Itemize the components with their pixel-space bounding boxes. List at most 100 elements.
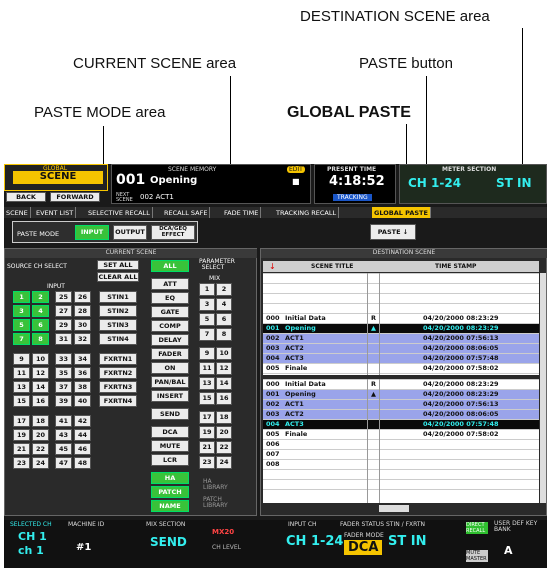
channel-button[interactable]: 13: [13, 381, 30, 393]
channel-button[interactable]: 8: [32, 333, 49, 345]
channel-button[interactable]: 18: [32, 415, 49, 427]
channel-button[interactable]: 47: [55, 457, 72, 469]
param-button-eq[interactable]: EQ: [151, 292, 189, 304]
mix-button[interactable]: 24: [216, 456, 232, 469]
clear-all-button[interactable]: CLEAR ALL: [97, 272, 139, 282]
channel-button[interactable]: 26: [74, 291, 91, 303]
mix-button[interactable]: 6: [216, 313, 232, 326]
scene-row[interactable]: 005 Finale 04/20/2000 07:58:02: [263, 363, 539, 373]
channel-button[interactable]: 5: [13, 319, 30, 331]
channel-button[interactable]: 14: [32, 381, 49, 393]
param-button-send[interactable]: SEND: [151, 408, 189, 420]
scene-row[interactable]: 008: [263, 459, 539, 469]
channel-button[interactable]: 35: [55, 367, 72, 379]
stin-button[interactable]: STIN1: [99, 291, 137, 303]
channel-button[interactable]: 38: [74, 381, 91, 393]
channel-button[interactable]: 15: [13, 395, 30, 407]
stin-button[interactable]: STIN4: [99, 333, 137, 345]
mix-button[interactable]: 8: [216, 328, 232, 341]
channel-button[interactable]: 36: [74, 367, 91, 379]
channel-button[interactable]: 17: [13, 415, 30, 427]
channel-button[interactable]: 39: [55, 395, 72, 407]
channel-button[interactable]: 7: [13, 333, 30, 345]
scrollbar[interactable]: [540, 273, 546, 503]
st-in-status[interactable]: ST IN: [388, 534, 426, 549]
channel-button[interactable]: 4: [32, 305, 49, 317]
tab-global-paste[interactable]: GLOBAL PASTE: [372, 207, 431, 218]
channel-button[interactable]: 30: [74, 319, 91, 331]
paste-mode-dca-button[interactable]: DCA/GEQ EFFECT: [151, 225, 195, 240]
channel-button[interactable]: 25: [55, 291, 72, 303]
scene-row[interactable]: 001 Opening ▲ 04/20/2000 08:23:29: [263, 389, 539, 399]
scene-row[interactable]: 002 ACT1 04/20/2000 07:56:13: [263, 333, 539, 343]
param-button-on[interactable]: ON: [151, 362, 189, 374]
stin-button[interactable]: STIN3: [99, 319, 137, 331]
scene-row[interactable]: 005 Finale 04/20/2000 07:58:02: [263, 429, 539, 439]
param-button-ha[interactable]: HA: [151, 472, 189, 484]
param-button-delay[interactable]: DELAY: [151, 334, 189, 346]
mix-button[interactable]: 19: [199, 426, 215, 439]
param-button-patch[interactable]: PATCH: [151, 486, 189, 498]
channel-button[interactable]: 42: [74, 415, 91, 427]
param-button-dca[interactable]: DCA: [151, 426, 189, 438]
tab-selective-recall[interactable]: SELECTIVE RECALL: [86, 207, 153, 218]
channel-button[interactable]: 34: [74, 353, 91, 365]
mix-button[interactable]: 9: [199, 347, 215, 360]
channel-button[interactable]: 1: [13, 291, 30, 303]
channel-button[interactable]: 24: [32, 457, 49, 469]
scene-row[interactable]: 004 ACT3 04/20/2000 07:57:48: [263, 353, 539, 363]
stin-button[interactable]: FXRTN1: [99, 353, 137, 365]
mix-button[interactable]: 4: [216, 298, 232, 311]
mix-button[interactable]: 7: [199, 328, 215, 341]
channel-button[interactable]: 23: [13, 457, 30, 469]
meter-ch-range[interactable]: CH 1-24: [408, 176, 461, 190]
channel-button[interactable]: 19: [13, 429, 30, 441]
scene-row[interactable]: 002 ACT1 04/20/2000 07:56:13: [263, 399, 539, 409]
tab-recall-safe[interactable]: RECALL SAFE: [162, 207, 211, 218]
scene-row[interactable]: 003 ACT2 04/20/2000 08:06:05: [263, 343, 539, 353]
mix-button[interactable]: 3: [199, 298, 215, 311]
input-ch-range[interactable]: CH 1-24: [286, 534, 343, 549]
param-button-name[interactable]: NAME: [151, 500, 189, 512]
meter-st-in[interactable]: ST IN: [496, 176, 532, 190]
paste-button[interactable]: PASTE ↓: [370, 224, 416, 240]
channel-button[interactable]: 37: [55, 381, 72, 393]
mix-button[interactable]: 21: [199, 441, 215, 454]
channel-button[interactable]: 2: [32, 291, 49, 303]
paste-mode-input-button[interactable]: INPUT: [75, 225, 109, 240]
mix-button[interactable]: 17: [199, 411, 215, 424]
direct-recall-label[interactable]: DIRECT RECALL: [466, 522, 488, 534]
tab-tracking-recall[interactable]: TRACKING RECALL: [274, 207, 340, 218]
tab-fade-time[interactable]: FADE TIME: [222, 207, 262, 218]
mix-button[interactable]: 14: [216, 377, 232, 390]
channel-button[interactable]: 40: [74, 395, 91, 407]
mix-button[interactable]: 1: [199, 283, 215, 296]
channel-button[interactable]: 3: [13, 305, 30, 317]
scene-row[interactable]: 003 ACT2 04/20/2000 08:06:05: [263, 409, 539, 419]
mix-button[interactable]: 22: [216, 441, 232, 454]
channel-button[interactable]: 41: [55, 415, 72, 427]
set-all-button[interactable]: SET ALL: [97, 260, 139, 270]
fader-mode-dca[interactable]: DCA: [344, 540, 383, 555]
channel-button[interactable]: 6: [32, 319, 49, 331]
mix-button[interactable]: 13: [199, 377, 215, 390]
channel-button[interactable]: 21: [13, 443, 30, 455]
tab-scene[interactable]: SCENE: [4, 207, 31, 218]
tab-event-list[interactable]: EVENT LIST: [34, 207, 77, 218]
stin-button[interactable]: FXRTN2: [99, 367, 137, 379]
channel-button[interactable]: 20: [32, 429, 49, 441]
mix-button[interactable]: 11: [199, 362, 215, 375]
mix-button[interactable]: 20: [216, 426, 232, 439]
mix-button[interactable]: 12: [216, 362, 232, 375]
channel-button[interactable]: 32: [74, 333, 91, 345]
param-button-att[interactable]: ATT: [151, 278, 189, 290]
channel-button[interactable]: 27: [55, 305, 72, 317]
channel-button[interactable]: 33: [55, 353, 72, 365]
param-button-insert[interactable]: INSERT: [151, 390, 189, 402]
channel-button[interactable]: 46: [74, 443, 91, 455]
scene-row[interactable]: 000 Initial Data R 04/20/2000 08:23:29: [263, 313, 539, 323]
channel-button[interactable]: 11: [13, 367, 30, 379]
channel-button[interactable]: 44: [74, 429, 91, 441]
param-button-comp[interactable]: COMP: [151, 320, 189, 332]
param-button-gate[interactable]: GATE: [151, 306, 189, 318]
